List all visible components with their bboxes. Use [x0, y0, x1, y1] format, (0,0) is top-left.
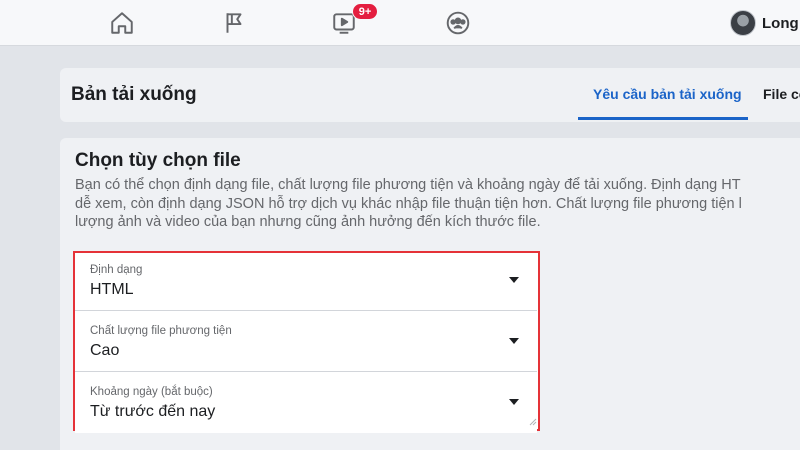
tab-available-files[interactable]: File có — [763, 86, 800, 102]
caret-down-icon — [509, 277, 519, 283]
page-title: Bản tải xuống — [71, 84, 197, 105]
media-quality-select[interactable]: Chất lượng file phương tiện Cao — [75, 314, 537, 372]
tab-request-download[interactable]: Yêu cầu bản tải xuống — [593, 86, 742, 102]
notification-badge: 9+ — [352, 3, 378, 20]
active-tab-indicator — [578, 117, 748, 120]
home-icon[interactable] — [107, 8, 137, 38]
profile-button[interactable]: Long — [730, 10, 799, 36]
section-description: Bạn có thể chọn định dạng file, chất lượ… — [75, 177, 742, 230]
profile-name: Long — [762, 14, 799, 32]
date-range-label: Khoảng ngày (bắt buộc) — [90, 386, 213, 398]
top-navigation-bar: 9+ Long — [0, 0, 800, 46]
downloads-header: Bản tải xuống Yêu cầu bản tải xuống File… — [60, 68, 800, 122]
format-label: Định dạng — [90, 264, 143, 276]
date-range-select[interactable]: Khoảng ngày (bắt buộc) Từ trước đến nay — [75, 375, 537, 433]
format-select[interactable]: Định dạng HTML — [75, 253, 537, 311]
date-range-value: Từ trước đến nay — [90, 403, 216, 420]
flag-icon[interactable] — [219, 8, 249, 38]
format-value: HTML — [90, 281, 134, 298]
caret-down-icon — [509, 399, 519, 405]
resize-handle-icon — [529, 418, 537, 426]
avatar — [730, 10, 756, 36]
file-options-fields: Định dạng HTML Chất lượng file phương ti… — [73, 251, 540, 433]
section-title: Chọn tùy chọn file — [75, 150, 241, 171]
groups-icon[interactable] — [443, 8, 473, 38]
media-quality-value: Cao — [90, 342, 120, 359]
caret-down-icon — [509, 338, 519, 344]
media-quality-label: Chất lượng file phương tiện — [90, 325, 232, 337]
